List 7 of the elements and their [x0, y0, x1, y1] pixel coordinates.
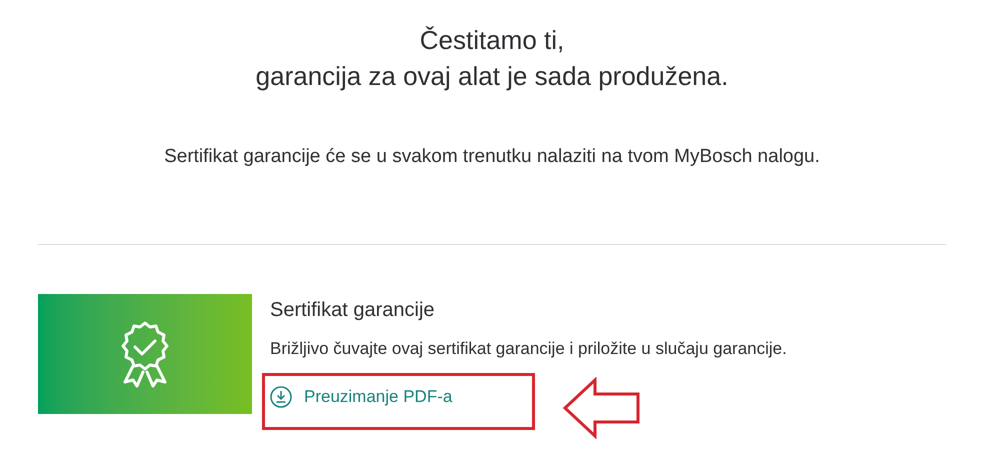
download-icon — [270, 386, 292, 408]
download-link[interactable]: Preuzimanje PDF-a — [270, 384, 452, 410]
heading-line: Čestitamo ti, — [420, 24, 564, 57]
info-text: Sertifikat garancije će se u svakom trenutku nalaziti na tvom MyBosch nalogu. — [164, 145, 820, 169]
heading-line: garancija za ovaj alat je sada produžena. — [256, 60, 728, 93]
certificate-description: Brižljivo čuvajte ovaj sertifikat garancije i priložite u slučaju garancije. — [270, 338, 787, 360]
certificate-title: Sertifikat garancije — [270, 298, 436, 323]
